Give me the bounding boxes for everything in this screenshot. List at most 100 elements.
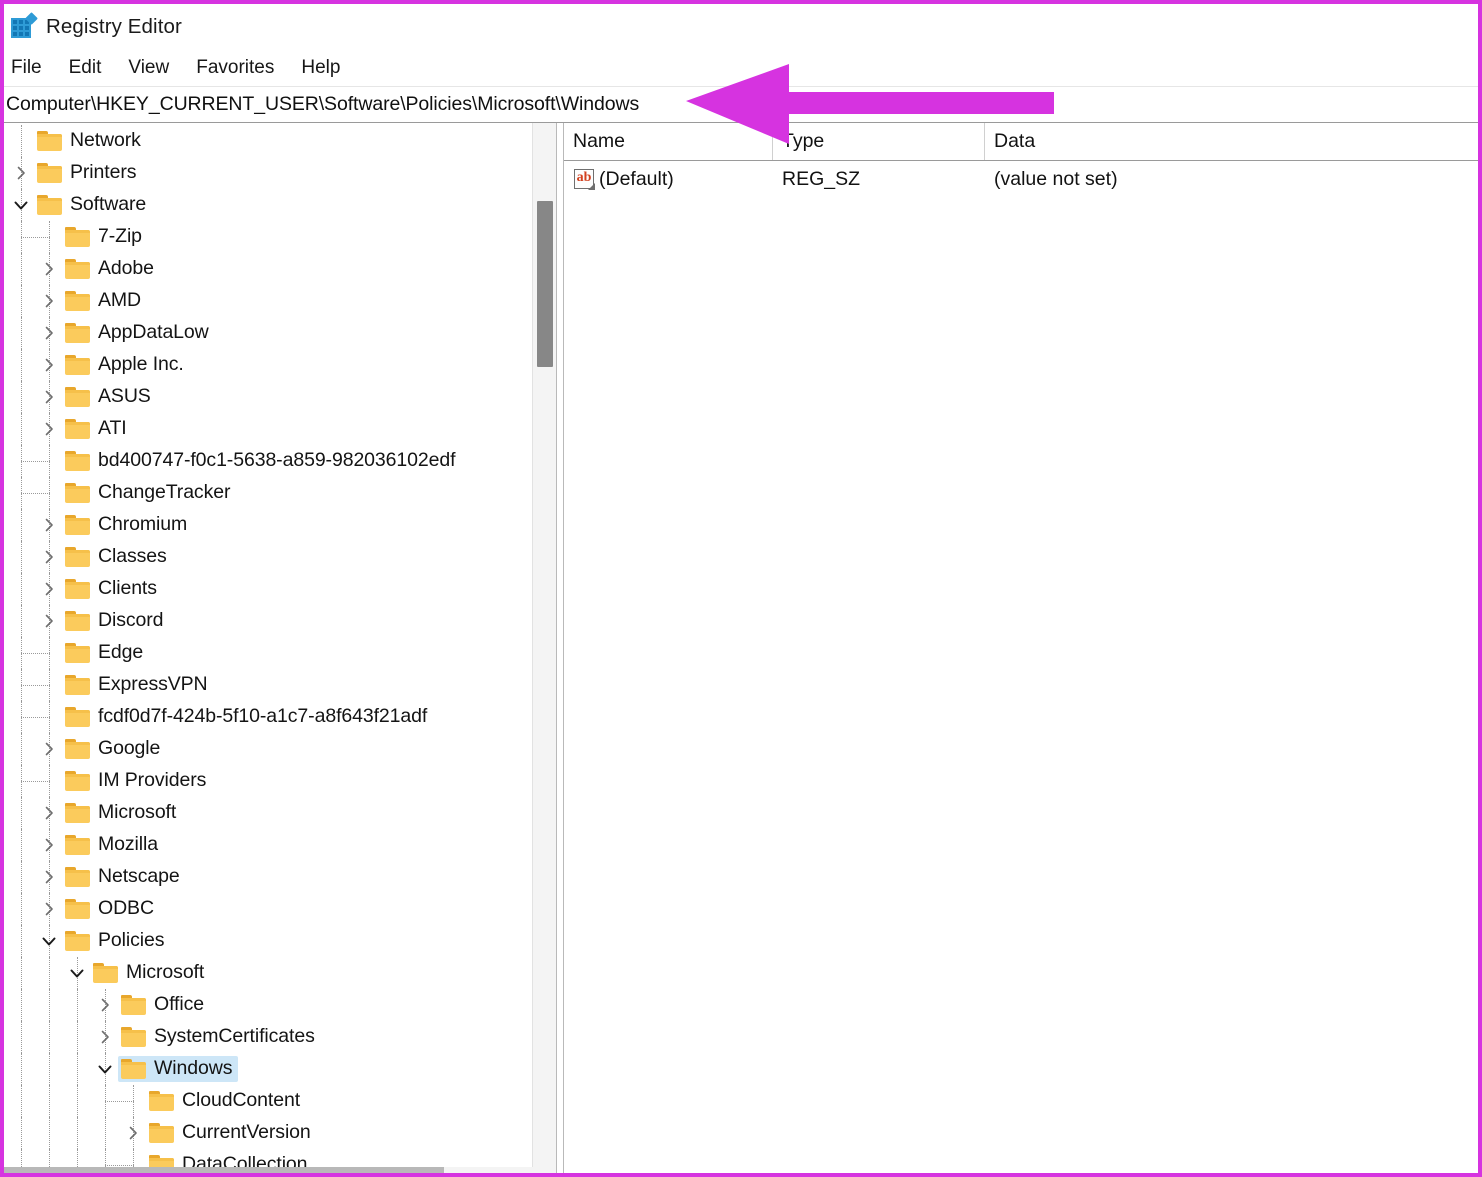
chevron-right-icon[interactable]: [38, 381, 60, 413]
tree-item-odbc[interactable]: ODBC: [4, 893, 556, 925]
tree-item-content[interactable]: fcdf0d7f-424b-5f10-a1c7-a8f643f21adf: [62, 704, 433, 730]
tree-item-content[interactable]: Microsoft: [62, 800, 182, 826]
column-header-type[interactable]: Type: [773, 123, 985, 160]
tree-item-policies[interactable]: Policies: [4, 925, 556, 957]
tree-item-content[interactable]: bd400747-f0c1-5638-a859-982036102edf: [62, 448, 461, 474]
chevron-right-icon[interactable]: [122, 1117, 144, 1149]
chevron-right-icon[interactable]: [38, 861, 60, 893]
tree-item-content[interactable]: Netscape: [62, 864, 186, 890]
tree-item-appdatalow[interactable]: AppDataLow: [4, 317, 556, 349]
tree-item-amd[interactable]: AMD: [4, 285, 556, 317]
tree-item-adobe[interactable]: Adobe: [4, 253, 556, 285]
chevron-right-icon[interactable]: [38, 733, 60, 765]
chevron-right-icon[interactable]: [38, 829, 60, 861]
tree-item-content[interactable]: IM Providers: [62, 768, 212, 794]
chevron-right-icon[interactable]: [38, 605, 60, 637]
menu-item-help[interactable]: Help: [301, 54, 353, 82]
tree-horizontal-scrollbar[interactable]: [4, 1167, 556, 1173]
tree-item-apple-inc[interactable]: Apple Inc.: [4, 349, 556, 381]
chevron-right-icon[interactable]: [38, 573, 60, 605]
tree-scrollbar-thumb[interactable]: [537, 201, 553, 367]
tree-item-content[interactable]: Printers: [34, 160, 142, 186]
chevron-right-icon[interactable]: [94, 989, 116, 1021]
tree-item-chromium[interactable]: Chromium: [4, 509, 556, 541]
tree-item-content[interactable]: Office: [118, 992, 210, 1018]
menu-item-file[interactable]: File: [11, 54, 55, 82]
chevron-down-icon[interactable]: [94, 1053, 116, 1085]
address-bar[interactable]: Computer\HKEY_CURRENT_USER\Software\Poli…: [4, 86, 1478, 122]
tree-vertical-scrollbar[interactable]: [532, 123, 556, 1173]
tree-item-expressvpn[interactable]: ExpressVPN: [4, 669, 556, 701]
tree-item-content[interactable]: Apple Inc.: [62, 352, 190, 378]
tree-item-content[interactable]: AppDataLow: [62, 320, 215, 346]
tree-item-content[interactable]: AMD: [62, 288, 147, 314]
tree-item-asus[interactable]: ASUS: [4, 381, 556, 413]
tree-item-content[interactable]: CloudContent: [146, 1088, 306, 1114]
tree-item-content[interactable]: Google: [62, 736, 166, 762]
tree-item-content[interactable]: ATI: [62, 416, 133, 442]
tree-item-edge[interactable]: Edge: [4, 637, 556, 669]
tree-item-content[interactable]: Discord: [62, 608, 169, 634]
chevron-right-icon[interactable]: [38, 349, 60, 381]
tree-item-content[interactable]: Mozilla: [62, 832, 164, 858]
tree-item-office[interactable]: Office: [4, 989, 556, 1021]
tree-item-cloudcontent[interactable]: CloudContent: [4, 1085, 556, 1117]
tree-item-content[interactable]: Edge: [62, 640, 149, 666]
chevron-down-icon[interactable]: [38, 925, 60, 957]
tree-item-content[interactable]: Chromium: [62, 512, 193, 538]
tree-item-7-zip[interactable]: 7-Zip: [4, 221, 556, 253]
tree-item-content[interactable]: Software: [34, 192, 152, 218]
tree-item-network[interactable]: Network: [4, 125, 556, 157]
value-row[interactable]: ab (Default) REG_SZ (value not set): [564, 161, 1478, 197]
tree-item-microsoft[interactable]: Microsoft: [4, 957, 556, 989]
tree-item-printers[interactable]: Printers: [4, 157, 556, 189]
chevron-right-icon[interactable]: [38, 509, 60, 541]
tree-item-content[interactable]: 7-Zip: [62, 224, 148, 250]
chevron-down-icon[interactable]: [66, 957, 88, 989]
tree-item-currentversion[interactable]: CurrentVersion: [4, 1117, 556, 1149]
chevron-right-icon[interactable]: [38, 797, 60, 829]
tree-item-bd400747-f0c1-5638-a859-982036102edf[interactable]: bd400747-f0c1-5638-a859-982036102edf: [4, 445, 556, 477]
tree-item-content[interactable]: Policies: [62, 928, 170, 954]
tree-item-content[interactable]: ASUS: [62, 384, 157, 410]
tree-item-ati[interactable]: ATI: [4, 413, 556, 445]
tree-item-netscape[interactable]: Netscape: [4, 861, 556, 893]
tree-item-discord[interactable]: Discord: [4, 605, 556, 637]
chevron-right-icon[interactable]: [38, 541, 60, 573]
tree-item-classes[interactable]: Classes: [4, 541, 556, 573]
column-header-data[interactable]: Data: [985, 123, 1478, 160]
tree-item-content[interactable]: Network: [34, 128, 147, 154]
tree-item-windows[interactable]: Windows: [4, 1053, 556, 1085]
tree-item-content[interactable]: SystemCertificates: [118, 1024, 321, 1050]
tree-item-content[interactable]: ExpressVPN: [62, 672, 214, 698]
tree-item-google[interactable]: Google: [4, 733, 556, 765]
chevron-right-icon[interactable]: [38, 317, 60, 349]
menu-item-favorites[interactable]: Favorites: [196, 54, 287, 82]
tree-item-content[interactable]: Adobe: [62, 256, 160, 282]
tree-item-microsoft[interactable]: Microsoft: [4, 797, 556, 829]
chevron-right-icon[interactable]: [10, 157, 32, 189]
tree-item-content[interactable]: Windows: [118, 1056, 239, 1082]
tree-item-content[interactable]: CurrentVersion: [146, 1120, 317, 1146]
tree-item-content[interactable]: ChangeTracker: [62, 480, 236, 506]
tree-item-systemcertificates[interactable]: SystemCertificates: [4, 1021, 556, 1053]
tree-item-changetracker[interactable]: ChangeTracker: [4, 477, 556, 509]
tree-item-content[interactable]: Clients: [62, 576, 163, 602]
chevron-right-icon[interactable]: [38, 413, 60, 445]
tree-item-content[interactable]: ODBC: [62, 896, 160, 922]
menu-item-view[interactable]: View: [128, 54, 182, 82]
chevron-right-icon[interactable]: [38, 285, 60, 317]
tree-hscrollbar-thumb[interactable]: [4, 1167, 444, 1173]
tree-item-content[interactable]: Microsoft: [90, 960, 210, 986]
tree-item-im-providers[interactable]: IM Providers: [4, 765, 556, 797]
tree-item-content[interactable]: Classes: [62, 544, 173, 570]
menu-item-edit[interactable]: Edit: [69, 54, 115, 82]
column-header-name[interactable]: Name: [564, 123, 773, 160]
tree-item-clients[interactable]: Clients: [4, 573, 556, 605]
pane-splitter[interactable]: [556, 123, 564, 1173]
tree-item-fcdf0d7f-424b-5f10-a1c7-a8f643f21adf[interactable]: fcdf0d7f-424b-5f10-a1c7-a8f643f21adf: [4, 701, 556, 733]
chevron-right-icon[interactable]: [38, 253, 60, 285]
chevron-right-icon[interactable]: [38, 893, 60, 925]
tree-item-software[interactable]: Software: [4, 189, 556, 221]
chevron-down-icon[interactable]: [10, 189, 32, 221]
